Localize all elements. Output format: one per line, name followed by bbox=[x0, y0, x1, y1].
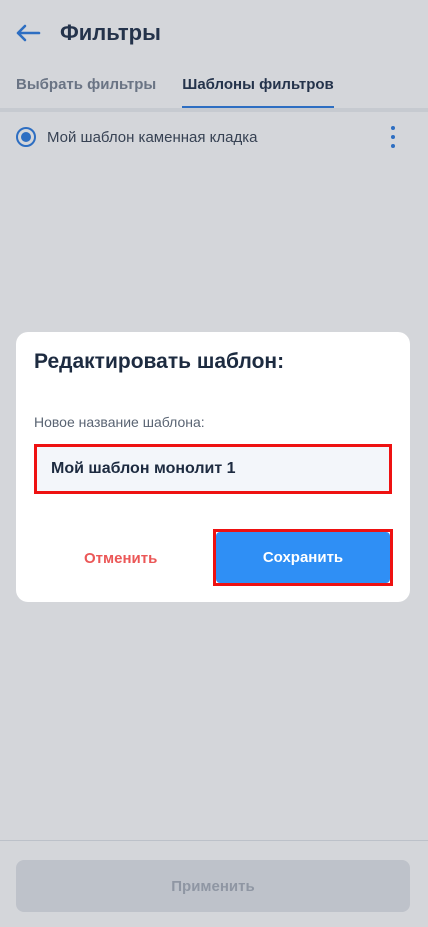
cancel-button[interactable]: Отменить bbox=[56, 538, 186, 578]
edit-template-dialog: Редактировать шаблон: Новое название шаб… bbox=[16, 332, 410, 602]
dialog-title: Редактировать шаблон: bbox=[34, 350, 285, 373]
save-button-highlight: Сохранить bbox=[213, 529, 393, 586]
template-name-input[interactable] bbox=[37, 447, 389, 491]
template-name-field bbox=[34, 444, 392, 494]
save-button[interactable]: Сохранить bbox=[216, 532, 390, 583]
field-label: Новое название шаблона: bbox=[34, 414, 205, 430]
